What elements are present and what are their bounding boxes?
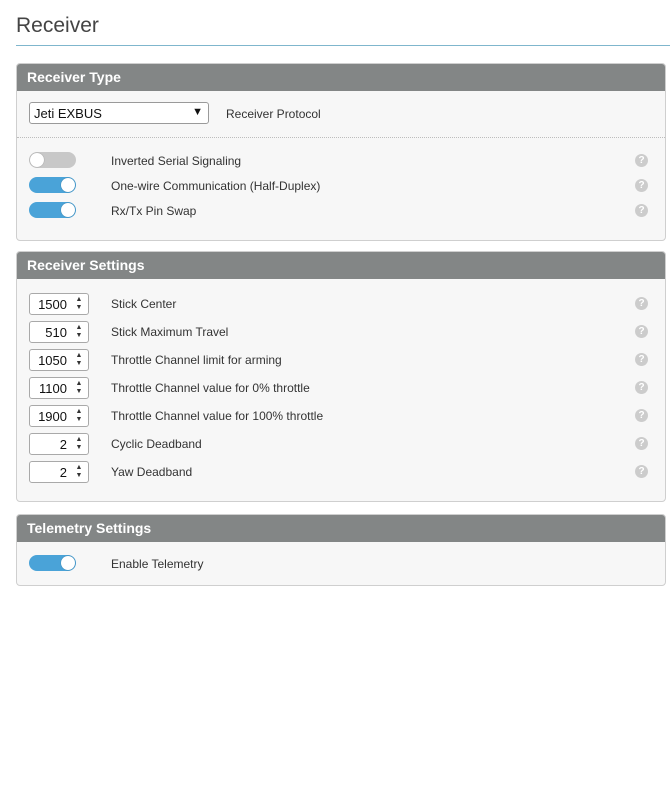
setting-row-throttle-max: 1900 ▲ ▼ Throttle Channel value for 100% t… bbox=[17, 405, 665, 427]
receiver-protocol-label: Receiver Protocol bbox=[226, 107, 321, 121]
toggle-knob bbox=[30, 153, 44, 167]
help-icon[interactable]: ? bbox=[635, 409, 648, 422]
toggle-row-pin-swap: Rx/Tx Pin Swap ? bbox=[17, 201, 665, 221]
receiver-protocol-value: Jeti EXBUS bbox=[34, 106, 102, 121]
toggle-row-enable-telemetry: Enable Telemetry bbox=[17, 554, 665, 574]
one-wire-label: One-wire Communication (Half-Duplex) bbox=[111, 179, 321, 193]
title-divider bbox=[16, 45, 670, 46]
receiver-settings-header: Receiver Settings bbox=[17, 252, 665, 279]
help-icon[interactable]: ? bbox=[635, 179, 648, 192]
enable-telemetry-label: Enable Telemetry bbox=[111, 557, 204, 571]
throttle-arming-label: Throttle Channel limit for arming bbox=[111, 353, 282, 367]
input-value: 2 bbox=[59, 465, 67, 480]
telemetry-settings-panel: Telemetry Settings Enable Telemetry bbox=[16, 514, 666, 586]
input-value: 1500 bbox=[38, 297, 67, 312]
throttle-min-input[interactable]: 1100 ▲ ▼ bbox=[29, 377, 89, 399]
pin-swap-label: Rx/Tx Pin Swap bbox=[111, 204, 197, 218]
stick-max-travel-input[interactable]: 510 ▲ ▼ bbox=[29, 321, 89, 343]
help-icon[interactable]: ? bbox=[635, 465, 648, 478]
receiver-type-panel: Receiver Type Jeti EXBUS ▼ Receiver Prot… bbox=[16, 63, 666, 241]
cyclic-deadband-label: Cyclic Deadband bbox=[111, 437, 202, 451]
setting-row-throttle-arming: 1050 ▲ ▼ Throttle Channel limit for arming… bbox=[17, 349, 665, 371]
spinner-icon[interactable]: ▲ ▼ bbox=[73, 436, 85, 452]
toggle-knob bbox=[61, 203, 75, 217]
cyclic-deadband-input[interactable]: 2 ▲ ▼ bbox=[29, 433, 89, 455]
toggle-knob bbox=[61, 556, 75, 570]
inverted-serial-toggle[interactable] bbox=[29, 152, 76, 168]
throttle-min-label: Throttle Channel value for 0% throttle bbox=[111, 381, 310, 395]
input-value: 1100 bbox=[39, 381, 67, 396]
spinner-icon[interactable]: ▲ ▼ bbox=[73, 408, 85, 424]
throttle-max-input[interactable]: 1900 ▲ ▼ bbox=[29, 405, 89, 427]
telemetry-settings-header: Telemetry Settings bbox=[17, 515, 665, 542]
setting-row-stick-max-travel: 510 ▲ ▼ Stick Maximum Travel ? bbox=[17, 321, 665, 343]
receiver-settings-panel: Receiver Settings 1500 ▲ ▼ Stick Center ? … bbox=[16, 251, 666, 502]
toggle-row-inverted-serial: Inverted Serial Signaling ? bbox=[17, 151, 665, 171]
help-icon[interactable]: ? bbox=[635, 353, 648, 366]
help-icon[interactable]: ? bbox=[635, 204, 648, 217]
input-value: 510 bbox=[45, 325, 67, 340]
input-value: 1900 bbox=[38, 409, 67, 424]
one-wire-toggle[interactable] bbox=[29, 177, 76, 193]
enable-telemetry-toggle[interactable] bbox=[29, 555, 76, 571]
input-value: 2 bbox=[59, 437, 67, 452]
throttle-arming-input[interactable]: 1050 ▲ ▼ bbox=[29, 349, 89, 371]
stick-center-label: Stick Center bbox=[111, 297, 177, 311]
setting-row-yaw-deadband: 2 ▲ ▼ Yaw Deadband ? bbox=[17, 461, 665, 483]
stick-max-travel-label: Stick Maximum Travel bbox=[111, 325, 229, 339]
setting-row-throttle-min: 1100 ▲ ▼ Throttle Channel value for 0% thr… bbox=[17, 377, 665, 399]
page-title: Receiver bbox=[16, 14, 99, 37]
spinner-icon[interactable]: ▲ ▼ bbox=[73, 464, 85, 480]
receiver-type-header: Receiver Type bbox=[17, 64, 665, 91]
help-icon[interactable]: ? bbox=[635, 154, 648, 167]
setting-row-stick-center: 1500 ▲ ▼ Stick Center ? bbox=[17, 293, 665, 315]
help-icon[interactable]: ? bbox=[635, 297, 648, 310]
toggle-row-one-wire: One-wire Communication (Half-Duplex) ? bbox=[17, 176, 665, 196]
spinner-icon[interactable]: ▲ ▼ bbox=[73, 296, 85, 312]
setting-row-cyclic-deadband: 2 ▲ ▼ Cyclic Deadband ? bbox=[17, 433, 665, 455]
yaw-deadband-input[interactable]: 2 ▲ ▼ bbox=[29, 461, 89, 483]
chevron-down-icon: ▼ bbox=[192, 106, 203, 118]
toggle-knob bbox=[61, 178, 75, 192]
help-icon[interactable]: ? bbox=[635, 325, 648, 338]
spinner-icon[interactable]: ▲ ▼ bbox=[73, 380, 85, 396]
yaw-deadband-label: Yaw Deadband bbox=[111, 465, 193, 479]
stick-center-input[interactable]: 1500 ▲ ▼ bbox=[29, 293, 89, 315]
help-icon[interactable]: ? bbox=[635, 437, 648, 450]
input-value: 1050 bbox=[38, 353, 67, 368]
receiver-protocol-select[interactable]: Jeti EXBUS ▼ bbox=[29, 102, 209, 124]
spinner-icon[interactable]: ▲ ▼ bbox=[73, 352, 85, 368]
spinner-icon[interactable]: ▲ ▼ bbox=[73, 324, 85, 340]
throttle-max-label: Throttle Channel value for 100% throttle bbox=[111, 409, 324, 423]
pin-swap-toggle[interactable] bbox=[29, 202, 76, 218]
inverted-serial-label: Inverted Serial Signaling bbox=[111, 154, 242, 168]
help-icon[interactable]: ? bbox=[635, 381, 648, 394]
divider bbox=[17, 137, 665, 138]
